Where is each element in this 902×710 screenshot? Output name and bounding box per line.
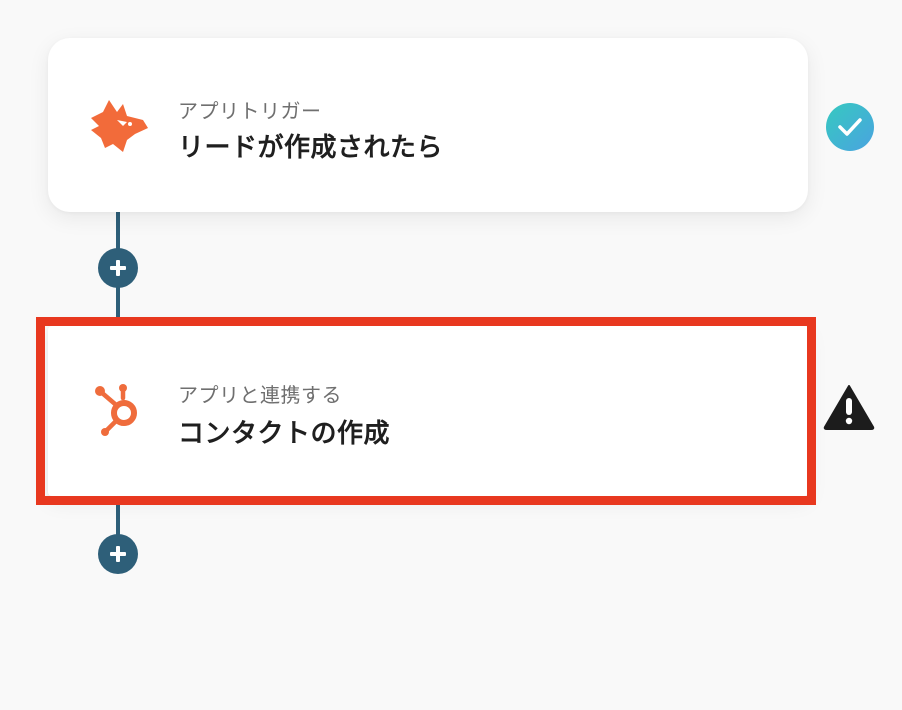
plus-icon [110, 546, 126, 562]
hunter-fox-icon [86, 94, 150, 158]
add-step-button[interactable] [98, 248, 138, 288]
step-title: コンタクトの作成 [178, 419, 391, 449]
step-subtitle: アプリトリガー [178, 99, 322, 123]
hubspot-icon [86, 378, 150, 442]
step-subtitle: アプリと連携する [178, 383, 342, 407]
step-card-trigger[interactable]: アプリトリガー リードが作成されたら [48, 38, 808, 212]
warning-triangle-icon [823, 383, 875, 431]
step-card-action[interactable]: アプリと連携する コンタクトの作成 [48, 326, 808, 496]
plus-icon [110, 260, 126, 276]
add-step-button[interactable] [98, 534, 138, 574]
check-circle-icon [826, 103, 874, 151]
step-title: リードが作成されたら [178, 133, 444, 163]
